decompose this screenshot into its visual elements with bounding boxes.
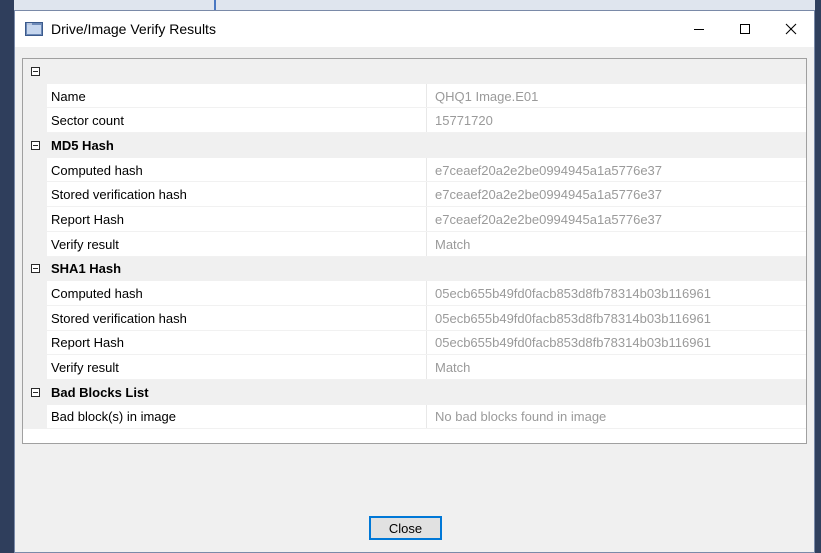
- category-sha1-hash[interactable]: SHA1 Hash: [23, 256, 806, 282]
- property-name: Stored verification hash: [47, 305, 427, 331]
- property-name: Report Hash: [47, 207, 427, 232]
- maximize-icon: [740, 24, 750, 34]
- maximize-button[interactable]: [722, 11, 768, 47]
- property-value: 05ecb655b49fd0facb853d8fb78314b03b116961: [435, 310, 711, 326]
- property-value: Match: [435, 236, 471, 252]
- category-root[interactable]: [23, 59, 806, 84]
- property-name: Sector count: [47, 108, 427, 134]
- property-row[interactable]: Verify result Match: [23, 231, 806, 257]
- collapse-icon[interactable]: [30, 66, 40, 76]
- app-icon: [25, 22, 43, 36]
- property-name: Verify result: [47, 231, 427, 257]
- property-value: Match: [435, 360, 471, 376]
- property-value: 15771720: [435, 113, 493, 129]
- category-label: MD5 Hash: [51, 137, 114, 153]
- property-name: Computed hash: [47, 281, 427, 306]
- title-bar[interactable]: Drive/Image Verify Results: [15, 11, 814, 47]
- property-value: e7ceaef20a2e2be0994945a1a5776e37: [435, 187, 663, 203]
- desktop-background-right: [815, 0, 821, 553]
- property-name: Verify result: [47, 355, 427, 380]
- property-row[interactable]: Stored verification hash e7ceaef20a2e2be…: [23, 182, 806, 208]
- minimize-icon: [694, 29, 704, 30]
- property-name: Report Hash: [47, 330, 427, 356]
- property-row[interactable]: Report Hash 05ecb655b49fd0facb853d8fb783…: [23, 330, 806, 356]
- background-divider: [214, 0, 216, 10]
- category-label: Bad Blocks List: [51, 384, 149, 400]
- close-icon: [785, 23, 797, 35]
- window-title: Drive/Image Verify Results: [51, 21, 216, 37]
- property-row[interactable]: Verify result Match: [23, 355, 806, 380]
- collapse-icon[interactable]: [30, 387, 40, 397]
- close-button[interactable]: Close: [369, 516, 442, 540]
- collapse-icon[interactable]: [30, 140, 40, 150]
- property-row[interactable]: Computed hash e7ceaef20a2e2be0994945a1a5…: [23, 157, 806, 183]
- property-value: QHQ1 Image.E01: [435, 88, 539, 104]
- minimize-button[interactable]: [676, 11, 722, 47]
- property-row[interactable]: Bad block(s) in image No bad blocks foun…: [23, 404, 806, 430]
- desktop-background-left: [0, 0, 14, 553]
- property-value: e7ceaef20a2e2be0994945a1a5776e37: [435, 162, 663, 178]
- property-value: 05ecb655b49fd0facb853d8fb78314b03b116961: [435, 286, 711, 302]
- property-grid: Name QHQ1 Image.E01 Sector count 1577172…: [22, 58, 807, 444]
- background-window-edge: [14, 0, 821, 10]
- verify-results-dialog: Drive/Image Verify Results Name QHQ1 Ima…: [14, 10, 815, 553]
- property-value: 05ecb655b49fd0facb853d8fb78314b03b116961: [435, 335, 711, 351]
- category-md5-hash[interactable]: MD5 Hash: [23, 133, 806, 158]
- property-name: Bad block(s) in image: [47, 404, 427, 430]
- property-row[interactable]: Report Hash e7ceaef20a2e2be0994945a1a577…: [23, 207, 806, 232]
- property-row[interactable]: Sector count 15771720: [23, 108, 806, 134]
- property-row[interactable]: Stored verification hash 05ecb655b49fd0f…: [23, 305, 806, 331]
- category-bad-blocks-list[interactable]: Bad Blocks List: [23, 379, 806, 405]
- property-row[interactable]: Computed hash 05ecb655b49fd0facb853d8fb7…: [23, 281, 806, 306]
- collapse-icon[interactable]: [30, 264, 40, 274]
- property-value: e7ceaef20a2e2be0994945a1a5776e37: [435, 211, 663, 227]
- close-window-button[interactable]: [768, 11, 814, 47]
- property-value: No bad blocks found in image: [435, 409, 607, 425]
- property-name: Computed hash: [47, 157, 427, 183]
- property-name: Name: [47, 83, 427, 109]
- property-name: Stored verification hash: [47, 182, 427, 208]
- property-row[interactable]: Name QHQ1 Image.E01: [23, 83, 806, 109]
- category-label: SHA1 Hash: [51, 261, 122, 277]
